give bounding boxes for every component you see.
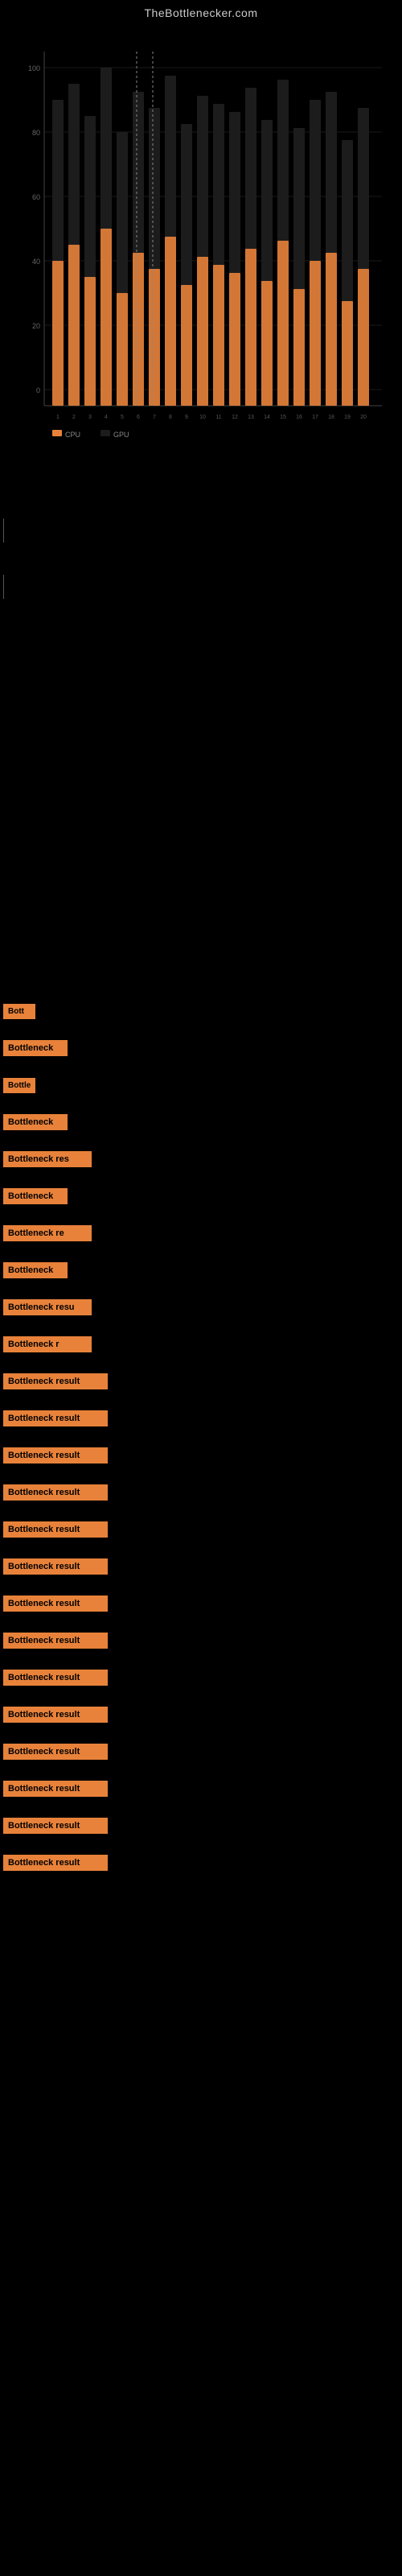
svg-text:12: 12 — [232, 415, 238, 420]
result-item-14: Bottleneck result — [0, 1475, 402, 1510]
result-badge-23: Bottleneck result — [3, 1818, 108, 1834]
result-item-19: Bottleneck result — [0, 1660, 402, 1695]
result-item-15: Bottleneck result — [0, 1512, 402, 1547]
svg-text:13: 13 — [248, 415, 254, 420]
result-item-8: Bottleneck — [0, 1253, 402, 1288]
svg-text:40: 40 — [32, 258, 40, 266]
result-item-9: Bottleneck resu — [0, 1290, 402, 1325]
result-badge-6: Bottleneck — [3, 1188, 68, 1204]
svg-text:80: 80 — [32, 129, 40, 137]
result-badge-17: Bottleneck result — [3, 1596, 108, 1612]
result-item-16: Bottleneck result — [0, 1549, 402, 1584]
result-badge-1: Bott — [3, 1004, 35, 1019]
result-item-20: Bottleneck result — [0, 1697, 402, 1732]
result-item-24: Bottleneck result — [0, 1845, 402, 1880]
cursor-line-1 — [3, 518, 4, 543]
svg-text:9: 9 — [185, 415, 188, 420]
svg-text:11: 11 — [215, 415, 221, 420]
svg-text:17: 17 — [312, 415, 318, 420]
results-section: Bott Bottleneck Bottle Bottleneck Bottle… — [0, 985, 402, 1890]
result-item-22: Bottleneck result — [0, 1771, 402, 1806]
result-item-5: Bottleneck res — [0, 1141, 402, 1177]
result-badge-13: Bottleneck result — [3, 1447, 108, 1463]
svg-text:16: 16 — [296, 415, 302, 420]
svg-text:7: 7 — [153, 415, 156, 420]
result-item-21: Bottleneck result — [0, 1734, 402, 1769]
result-badge-12: Bottleneck result — [3, 1410, 108, 1426]
result-item-23: Bottleneck result — [0, 1808, 402, 1843]
spacer-area — [0, 470, 402, 985]
result-badge-18: Bottleneck result — [3, 1633, 108, 1649]
result-badge-8: Bottleneck — [3, 1262, 68, 1278]
result-item-18: Bottleneck result — [0, 1623, 402, 1658]
result-badge-10: Bottleneck r — [3, 1336, 92, 1352]
svg-text:20: 20 — [32, 322, 40, 330]
svg-text:1: 1 — [56, 415, 59, 420]
svg-text:CPU: CPU — [65, 431, 80, 439]
result-badge-19: Bottleneck result — [3, 1670, 108, 1686]
result-badge-4: Bottleneck — [3, 1114, 68, 1130]
result-badge-5: Bottleneck res — [3, 1151, 92, 1167]
svg-text:4: 4 — [105, 415, 108, 420]
result-badge-22: Bottleneck result — [3, 1781, 108, 1797]
svg-text:14: 14 — [264, 415, 270, 420]
result-badge-3: Bottle — [3, 1078, 35, 1093]
svg-text:10: 10 — [199, 415, 206, 420]
svg-text:20: 20 — [360, 415, 367, 420]
svg-text:15: 15 — [280, 415, 286, 420]
result-item-6: Bottleneck — [0, 1179, 402, 1214]
result-badge-9: Bottleneck resu — [3, 1299, 92, 1315]
result-item-4: Bottleneck — [0, 1104, 402, 1140]
result-item-17: Bottleneck result — [0, 1586, 402, 1621]
performance-chart: 100 80 60 40 20 0 — [12, 19, 390, 470]
chart-svg: 100 80 60 40 20 0 — [12, 19, 390, 470]
result-item-7: Bottleneck re — [0, 1216, 402, 1251]
svg-text:GPU: GPU — [113, 431, 129, 439]
result-badge-20: Bottleneck result — [3, 1707, 108, 1723]
result-item-13: Bottleneck result — [0, 1438, 402, 1473]
result-item-10: Bottleneck r — [0, 1327, 402, 1362]
svg-text:18: 18 — [328, 415, 334, 420]
result-item-2: Bottleneck — [0, 1030, 402, 1066]
result-badge-15: Bottleneck result — [3, 1521, 108, 1538]
svg-text:100: 100 — [28, 64, 40, 72]
svg-text:60: 60 — [32, 193, 40, 201]
result-badge-21: Bottleneck result — [3, 1744, 108, 1760]
result-item-1: Bott — [0, 993, 402, 1029]
result-badge-14: Bottleneck result — [3, 1484, 108, 1501]
result-item-12: Bottleneck result — [0, 1401, 402, 1436]
result-badge-24: Bottleneck result — [3, 1855, 108, 1871]
svg-text:2: 2 — [72, 415, 76, 420]
result-badge-11: Bottleneck result — [3, 1373, 108, 1389]
svg-text:6: 6 — [137, 415, 140, 420]
svg-text:5: 5 — [121, 415, 124, 420]
result-item-11: Bottleneck result — [0, 1364, 402, 1399]
result-badge-16: Bottleneck result — [3, 1558, 108, 1575]
svg-text:19: 19 — [344, 415, 351, 420]
svg-text:8: 8 — [169, 415, 172, 420]
cursor-line-2 — [3, 575, 4, 599]
svg-text:0: 0 — [36, 386, 40, 394]
svg-text:3: 3 — [88, 415, 92, 420]
result-badge-2: Bottleneck — [3, 1040, 68, 1056]
result-item-3: Bottle — [0, 1067, 402, 1103]
site-title: TheBottlenecker.com — [0, 0, 402, 19]
result-badge-7: Bottleneck re — [3, 1225, 92, 1241]
